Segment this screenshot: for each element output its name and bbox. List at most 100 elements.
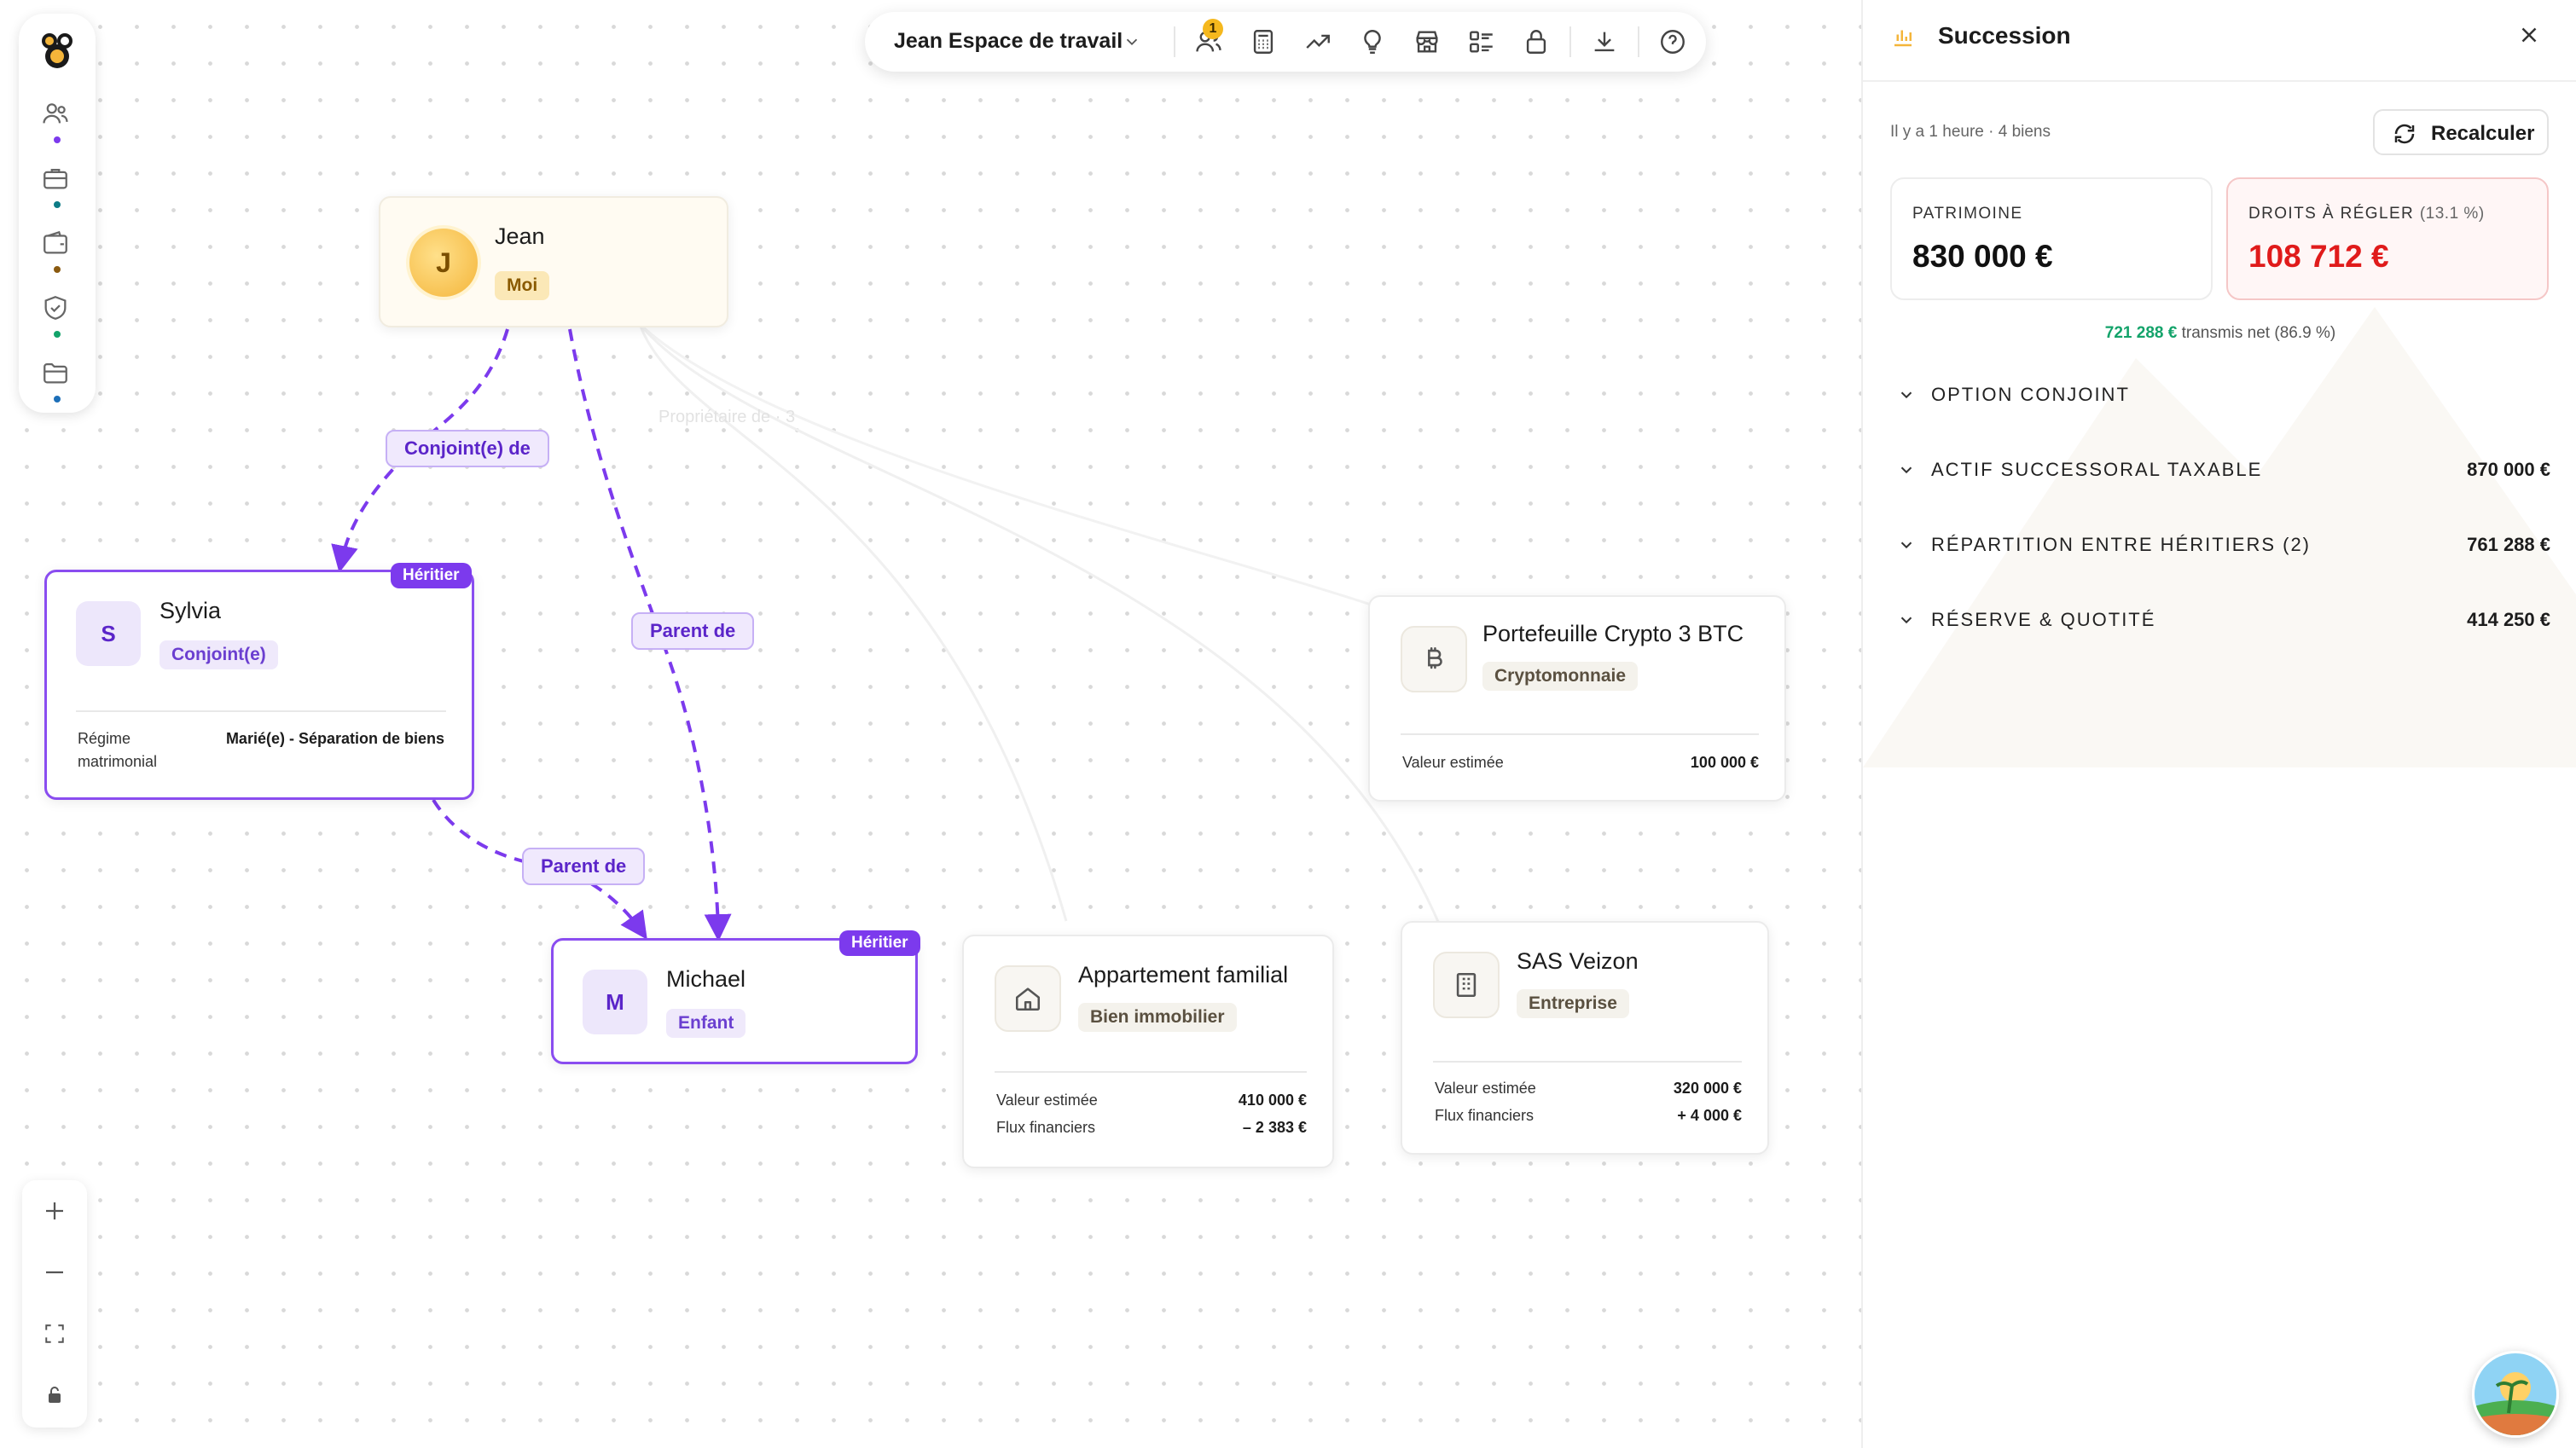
section-reserve-quotite[interactable]: RÉSERVE & QUOTITÉ 414 250 €: [1897, 604, 2550, 638]
asset-tag: Bien immobilier: [1078, 1003, 1237, 1032]
droits-card: DROITS À RÉGLER (13.1 %) 108 712 €: [2226, 177, 2549, 300]
folder-icon[interactable]: [41, 358, 73, 391]
help-icon[interactable]: [1658, 27, 1689, 58]
person-node-sylvia[interactable]: S Sylvia Conjoint(e) Régime matrimonial …: [44, 570, 474, 800]
person-name: Jean: [495, 223, 545, 249]
zoom-in-icon[interactable]: [38, 1194, 72, 1228]
house-icon: [995, 965, 1061, 1032]
toolbar-divider: [1638, 26, 1639, 57]
succession-panel: Succession Il y a 1 heure · 4 biens Reca…: [1861, 0, 2576, 1448]
lock-view-icon[interactable]: [38, 1378, 72, 1412]
recalculer-button[interactable]: Recalculer: [2373, 109, 2549, 155]
lock-icon[interactable]: [1522, 27, 1552, 58]
edge-owner-crypto: [638, 322, 1374, 607]
person-name: Sylvia: [160, 598, 222, 623]
section-option-conjoint[interactable]: OPTION CONJOINT: [1897, 379, 2550, 413]
person-tag: Enfant: [666, 1009, 746, 1038]
chevron-down-icon: [1900, 391, 1912, 399]
wallet-status-dot: [54, 266, 61, 273]
avatar-jean: J: [406, 225, 481, 300]
edge-label-parent-sylvia[interactable]: Parent de: [522, 848, 646, 885]
bitcoin-icon: [1401, 626, 1467, 692]
fit-view-icon[interactable]: [38, 1317, 72, 1351]
chevron-down-icon: [1900, 542, 1912, 549]
section-value: 414 250 €: [2467, 609, 2550, 630]
trend-icon[interactable]: [1303, 27, 1334, 58]
edge-label-parent-jean[interactable]: Parent de: [631, 612, 755, 650]
row-label: Régime matrimonial: [78, 730, 158, 770]
people-icon[interactable]: [41, 99, 73, 131]
row-value: + 4 000 €: [1677, 1107, 1742, 1124]
divider: [995, 1071, 1307, 1073]
row-label: Valeur estimée: [1435, 1080, 1536, 1097]
section-label: OPTION CONJOINT: [1931, 384, 2130, 405]
row-value: – 2 383 €: [1242, 1119, 1307, 1136]
people-status-dot: [54, 136, 61, 143]
section-label: ACTIF SUCCESSORAL TAXABLE: [1931, 459, 2263, 480]
divider: [1401, 733, 1759, 735]
droits-value: 108 712 €: [2248, 239, 2389, 274]
row-label: Valeur estimée: [1402, 754, 1504, 771]
zoom-controls: [22, 1180, 87, 1428]
net-value: 721 288 €: [2104, 324, 2178, 342]
panel-header: Succession: [1863, 0, 2576, 82]
toolbar-divider: [1569, 26, 1571, 57]
person-node-jean[interactable]: J Jean Moi: [379, 196, 728, 327]
asset-name: Portefeuille Crypto 3 BTC: [1482, 621, 1744, 646]
zoom-out-icon[interactable]: [38, 1255, 72, 1289]
refresh-icon: [2392, 121, 2417, 151]
asset-node-crypto[interactable]: Portefeuille Crypto 3 BTC Cryptomonnaie …: [1368, 595, 1786, 802]
calculator-icon[interactable]: [1249, 27, 1279, 58]
avatar-sylvia: S: [76, 601, 141, 666]
assistant-avatar-icon[interactable]: [2472, 1351, 2559, 1438]
chevron-down-icon: [1900, 466, 1912, 474]
edge-label-conjoint[interactable]: Conjoint(e) de: [386, 430, 549, 467]
app-logo-icon[interactable]: [36, 29, 78, 72]
asset-node-sas[interactable]: SAS Veizon Entreprise Valeur estimée 320…: [1401, 921, 1769, 1155]
toolbar-divider: [1174, 26, 1175, 57]
recalculer-label: Recalculer: [2431, 122, 2535, 145]
net-text: transmis net (86.9 %): [2181, 324, 2336, 342]
download-icon[interactable]: [1590, 27, 1621, 58]
row-value: 320 000 €: [1673, 1080, 1742, 1097]
close-icon[interactable]: [2516, 22, 2542, 52]
asset-tag: Cryptomonnaie: [1482, 662, 1639, 691]
patrimoine-card: PATRIMOINE 830 000 €: [1890, 177, 2213, 300]
divider: [1433, 1061, 1742, 1063]
section-value: 870 000 €: [2467, 459, 2550, 480]
graph-canvas[interactable]: Propriétaire de · 3 Conjoint(e) de Paren…: [0, 0, 1861, 1448]
row-label: Valeur estimée: [996, 1092, 1098, 1109]
section-repartition-heritiers[interactable]: RÉPARTITION ENTRE HÉRITIERS (2) 761 288 …: [1897, 529, 2550, 563]
store-icon[interactable]: [1413, 27, 1443, 58]
section-value: 761 288 €: [2467, 534, 2550, 555]
droits-label-row: DROITS À RÉGLER (13.1 %): [2248, 205, 2485, 223]
shield-icon[interactable]: [41, 293, 73, 326]
briefcase-status-dot: [54, 201, 61, 208]
checklist-icon[interactable]: [1467, 27, 1498, 58]
wallet-icon[interactable]: [41, 229, 73, 261]
workspace-selector[interactable]: Jean Espace de travail: [894, 29, 1123, 54]
edge-label-proprietaire: Propriétaire de · 3: [659, 408, 796, 426]
section-actif-successoral[interactable]: ACTIF SUCCESSORAL TAXABLE 870 000 €: [1897, 454, 2550, 488]
top-toolbar: Jean Espace de travail: [865, 12, 1706, 72]
asset-node-appartement[interactable]: Appartement familial Bien immobilier Val…: [962, 935, 1334, 1168]
heritier-badge-michael: Héritier: [839, 930, 920, 956]
lightbulb-icon[interactable]: [1358, 27, 1389, 58]
person-node-michael[interactable]: M Michael Enfant: [551, 938, 918, 1064]
row-label: Flux financiers: [996, 1119, 1096, 1136]
net-transmis-line: 721 288 € transmis net (86.9 %): [1863, 324, 2576, 343]
briefcase-icon[interactable]: [41, 164, 73, 196]
notification-badge: 1: [1203, 19, 1223, 39]
folder-status-dot: [54, 396, 61, 403]
person-name: Michael: [666, 966, 746, 992]
heritier-badge-sylvia: Héritier: [391, 563, 472, 588]
row-value: Marié(e) - Séparation de biens: [225, 730, 444, 747]
chevron-down-icon[interactable]: [1123, 32, 1141, 51]
asset-tag: Entreprise: [1517, 989, 1629, 1018]
patrimoine-value: 830 000 €: [1912, 239, 2053, 274]
building-icon: [1433, 952, 1500, 1018]
left-sidebar: [19, 14, 96, 413]
row-label: Flux financiers: [1435, 1107, 1535, 1124]
person-tag: Conjoint(e): [160, 640, 278, 669]
section-label: RÉPARTITION ENTRE HÉRITIERS (2): [1931, 534, 2312, 555]
